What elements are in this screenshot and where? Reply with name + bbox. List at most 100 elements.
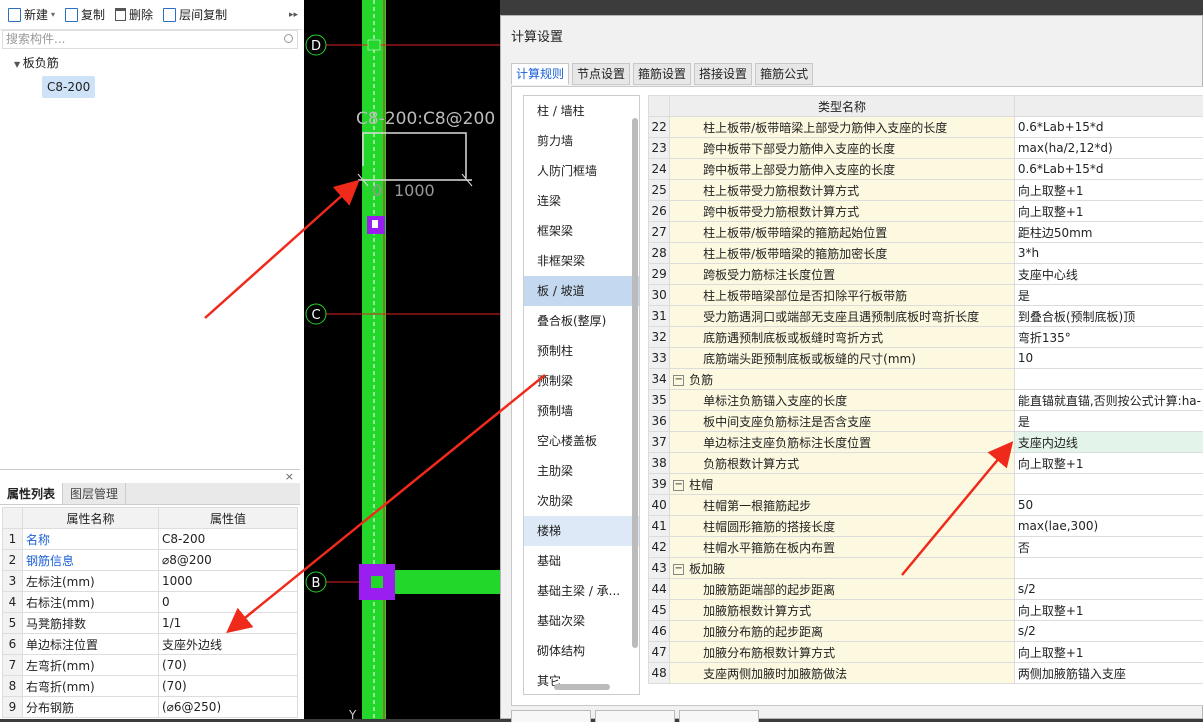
property-row[interactable]: 6单边标注位置支座外边线	[3, 634, 298, 655]
property-value[interactable]: 0	[159, 592, 298, 613]
grid-row[interactable]: 32底筋遇预制底板或板缝时弯折方式弯折135°	[649, 327, 1203, 348]
rule-value[interactable]: 向上取整+1	[1014, 600, 1203, 621]
collapse-icon[interactable]: ▼	[14, 60, 23, 69]
grid-row[interactable]: 33底筋端头距预制底板或板缝的尺寸(mm)10	[649, 348, 1203, 369]
grid-row[interactable]: 48支座两侧加腋时加腋筋做法两侧加腋筋锚入支座	[649, 663, 1203, 684]
category-scrollbar[interactable]	[632, 118, 638, 648]
column-node-d[interactable]	[368, 40, 380, 50]
grid-row[interactable]: 41柱帽圆形箍筋的搭接长度max(lae,300)	[649, 516, 1203, 537]
grid-row[interactable]: 44加腋筋距端部的起步距离s/2	[649, 579, 1203, 600]
grid-row[interactable]: 29跨板受力筋标注长度位置支座中心线	[649, 264, 1203, 285]
grid-row[interactable]: 26跨中板带受力筋根数计算方式向上取整+1	[649, 201, 1203, 222]
category-item[interactable]: 预制柱	[524, 336, 639, 366]
rule-value[interactable]: 能直锚就直锚,否则按公式计算:ha-	[1014, 390, 1203, 411]
category-item[interactable]: 基础	[524, 546, 639, 576]
property-row[interactable]: 2钢筋信息⌀8@200	[3, 550, 298, 571]
grid-row[interactable]: 28柱上板带/板带暗梁的箍筋加密长度3*h	[649, 243, 1203, 264]
rule-value[interactable]: 两侧加腋筋锚入支座	[1014, 663, 1203, 684]
rule-value[interactable]: 是	[1014, 285, 1203, 306]
collapse-toggle-icon[interactable]: −	[673, 564, 684, 575]
property-row[interactable]: 8右弯折(mm)(70)	[3, 676, 298, 697]
category-item[interactable]: 人防门框墙	[524, 156, 639, 186]
rule-value[interactable]: 向上取整+1	[1014, 180, 1203, 201]
tab-node-settings[interactable]: 节点设置	[572, 63, 630, 85]
more-button[interactable]: ▸▸	[285, 4, 302, 26]
category-item[interactable]: 砌体结构	[524, 636, 639, 666]
new-button[interactable]: 新建 ▾	[4, 4, 59, 26]
category-item[interactable]: 基础次梁	[524, 606, 639, 636]
category-item[interactable]: 预制墙	[524, 396, 639, 426]
category-item[interactable]: 预制梁	[524, 366, 639, 396]
grid-row[interactable]: 45加腋筋根数计算方式向上取整+1	[649, 600, 1203, 621]
rule-value[interactable]: 弯折135°	[1014, 327, 1203, 348]
rule-value[interactable]: max(lae,300)	[1014, 516, 1203, 537]
rule-value[interactable]: s/2	[1014, 579, 1203, 600]
tab-calc-rules[interactable]: 计算规则	[511, 63, 569, 85]
grid-row[interactable]: 27柱上板带/板带暗梁的箍筋起始位置距柱边50mm	[649, 222, 1203, 243]
rule-value[interactable]: 否	[1014, 537, 1203, 558]
grid-row[interactable]: 37单边标注支座负筋标注长度位置支座内边线	[649, 432, 1203, 453]
dialog-button-2[interactable]	[595, 710, 675, 722]
category-item[interactable]: 非框架梁	[524, 246, 639, 276]
category-item[interactable]: 框架梁	[524, 216, 639, 246]
grid-row[interactable]: 47加腋分布筋根数计算方式向上取整+1	[649, 642, 1203, 663]
property-value[interactable]: (70)	[159, 655, 298, 676]
category-item[interactable]: 剪力墙	[524, 126, 639, 156]
copy-button[interactable]: 复制	[61, 4, 109, 26]
collapse-toggle-icon[interactable]: −	[673, 375, 684, 386]
rule-value[interactable]: 向上取整+1	[1014, 642, 1203, 663]
property-value[interactable]: C8-200	[159, 529, 298, 550]
rule-value[interactable]	[1014, 474, 1203, 495]
grid-group-row[interactable]: 39−柱帽	[649, 474, 1203, 495]
rule-value[interactable]: max(ha/2,12*d)	[1014, 138, 1203, 159]
drawing-canvas[interactable]: D C B C8-200:C8@200 0 1000 Y	[304, 0, 500, 719]
grid-row[interactable]: 31受力筋遇洞口或端部无支座且遇预制底板时弯折长度到叠合板(预制底板)顶	[649, 306, 1203, 327]
dropdown-icon[interactable]: ▾	[51, 10, 55, 19]
collapse-toggle-icon[interactable]: −	[673, 480, 684, 491]
tab-stirrup-settings[interactable]: 箍筋设置	[633, 63, 691, 85]
grid-row[interactable]: 40柱帽第一根箍筋起步50	[649, 495, 1203, 516]
rule-value[interactable]	[1014, 369, 1203, 390]
rule-value[interactable]: 0.6*Lab+15*d	[1014, 117, 1203, 138]
category-item[interactable]: 其它	[524, 666, 639, 695]
close-icon[interactable]: ×	[285, 470, 294, 483]
grid-row[interactable]: 24跨中板带上部受力筋伸入支座的长度0.6*Lab+15*d	[649, 159, 1203, 180]
category-hscrollbar[interactable]	[554, 684, 610, 690]
property-row[interactable]: 9分布钢筋(⌀6@250)	[3, 697, 298, 718]
rule-value[interactable]: 到叠合板(预制底板)顶	[1014, 306, 1203, 327]
tab-layer-management[interactable]: 图层管理	[63, 483, 126, 504]
grid-row[interactable]: 35单标注负筋锚入支座的长度能直锚就直锚,否则按公式计算:ha-	[649, 390, 1203, 411]
grid-row[interactable]: 22柱上板带/板带暗梁上部受力筋伸入支座的长度0.6*Lab+15*d	[649, 117, 1203, 138]
grid-row[interactable]: 38负筋根数计算方式向上取整+1	[649, 453, 1203, 474]
rebar-label[interactable]: C8-200:C8@200	[356, 109, 495, 129]
property-value[interactable]: (70)	[159, 676, 298, 697]
floor-copy-button[interactable]: 层间复制	[159, 4, 231, 26]
property-value[interactable]: (⌀6@250)	[159, 697, 298, 718]
property-value[interactable]: 支座外边线	[159, 634, 298, 655]
property-value[interactable]: 1000	[159, 571, 298, 592]
rule-value[interactable]: 向上取整+1	[1014, 453, 1203, 474]
tab-stirrup-formula[interactable]: 箍筋公式	[755, 63, 813, 85]
grid-row[interactable]: 30柱上板带暗梁部位是否扣除平行板带筋是	[649, 285, 1203, 306]
property-row[interactable]: 7左弯折(mm)(70)	[3, 655, 298, 676]
grid-row[interactable]: 23跨中板带下部受力筋伸入支座的长度max(ha/2,12*d)	[649, 138, 1203, 159]
category-item[interactable]: 板 / 坡道	[524, 276, 639, 306]
grid-group-row[interactable]: 34−负筋	[649, 369, 1203, 390]
search-input[interactable]: 搜索构件...	[2, 30, 298, 49]
property-value[interactable]: ⌀8@200	[159, 550, 298, 571]
rule-value[interactable]: 支座内边线	[1014, 432, 1203, 453]
grid-group-row[interactable]: 43−板加腋	[649, 558, 1203, 579]
property-value[interactable]: 1/1	[159, 613, 298, 634]
rule-value[interactable]: 是	[1014, 411, 1203, 432]
tab-lap-settings[interactable]: 搭接设置	[694, 63, 752, 85]
search-icon[interactable]	[284, 34, 293, 43]
grid-row[interactable]: 25柱上板带受力筋根数计算方式向上取整+1	[649, 180, 1203, 201]
rule-value[interactable]: 支座中心线	[1014, 264, 1203, 285]
rule-value[interactable]: 0.6*Lab+15*d	[1014, 159, 1203, 180]
tree-node-root[interactable]: ▼ 板负筋	[0, 52, 300, 74]
category-item[interactable]: 叠合板(整厚)	[524, 306, 639, 336]
grid-row[interactable]: 46加腋分布筋的起步距离s/2	[649, 621, 1203, 642]
property-row[interactable]: 1名称C8-200	[3, 529, 298, 550]
category-item[interactable]: 连梁	[524, 186, 639, 216]
tab-property-list[interactable]: 属性列表	[0, 483, 63, 504]
